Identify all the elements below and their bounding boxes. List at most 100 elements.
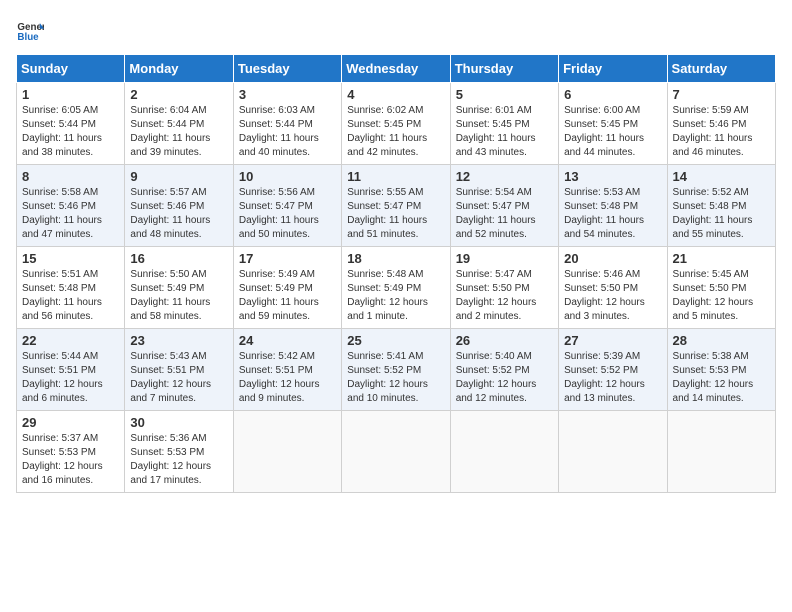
day-number: 24 (239, 333, 336, 348)
day-content: Sunrise: 5:36 AM Sunset: 5:53 PM Dayligh… (130, 432, 227, 488)
day-number: 25 (347, 333, 444, 348)
day-content: Sunrise: 5:38 AM Sunset: 5:53 PM Dayligh… (673, 350, 770, 406)
day-content: Sunrise: 6:02 AM Sunset: 5:45 PM Dayligh… (347, 104, 444, 160)
calendar-cell: 24 Sunrise: 5:42 AM Sunset: 5:51 PM Dayli… (233, 329, 341, 411)
day-content: Sunrise: 5:42 AM Sunset: 5:51 PM Dayligh… (239, 350, 336, 406)
day-number: 15 (22, 251, 119, 266)
day-number: 5 (456, 87, 553, 102)
day-content: Sunrise: 6:03 AM Sunset: 5:44 PM Dayligh… (239, 104, 336, 160)
calendar-cell: 1 Sunrise: 6:05 AM Sunset: 5:44 PM Daylig… (17, 83, 125, 165)
calendar-cell: 16Sunrise: 5:50 AM Sunset: 5:49 PM Dayli… (125, 247, 233, 329)
day-number: 30 (130, 415, 227, 430)
day-number: 13 (564, 169, 661, 184)
day-number: 19 (456, 251, 553, 266)
calendar-cell: 18 Sunrise: 5:48 AM Sunset: 5:49 PM Dayli… (342, 247, 450, 329)
calendar-week-5: 29 Sunrise: 5:37 AM Sunset: 5:53 PM Dayli… (17, 411, 776, 493)
day-number: 10 (239, 169, 336, 184)
calendar-cell: 14Sunrise: 5:52 AM Sunset: 5:48 PM Dayli… (667, 165, 775, 247)
calendar-cell: 27 Sunrise: 5:39 AM Sunset: 5:52 PM Dayli… (559, 329, 667, 411)
calendar-cell: 2 Sunrise: 6:04 AM Sunset: 5:44 PM Daylig… (125, 83, 233, 165)
day-content: Sunrise: 6:00 AM Sunset: 5:45 PM Dayligh… (564, 104, 661, 160)
day-content: Sunrise: 5:57 AM Sunset: 5:46 PM Dayligh… (130, 186, 227, 242)
logo-icon: General Blue (16, 16, 44, 44)
logo: General Blue (16, 16, 48, 44)
day-number: 11 (347, 169, 444, 184)
calendar-cell: 13Sunrise: 5:53 AM Sunset: 5:48 PM Dayli… (559, 165, 667, 247)
calendar-cell: 19 Sunrise: 5:47 AM Sunset: 5:50 PM Dayli… (450, 247, 558, 329)
day-header-monday: Monday (125, 55, 233, 83)
day-number: 7 (673, 87, 770, 102)
day-number: 29 (22, 415, 119, 430)
day-content: Sunrise: 6:05 AM Sunset: 5:44 PM Dayligh… (22, 104, 119, 160)
day-content: Sunrise: 5:44 AM Sunset: 5:51 PM Dayligh… (22, 350, 119, 406)
day-number: 4 (347, 87, 444, 102)
calendar-cell: 3 Sunrise: 6:03 AM Sunset: 5:44 PM Daylig… (233, 83, 341, 165)
day-number: 27 (564, 333, 661, 348)
calendar-cell: 29 Sunrise: 5:37 AM Sunset: 5:53 PM Dayli… (17, 411, 125, 493)
day-content: Sunrise: 5:37 AM Sunset: 5:53 PM Dayligh… (22, 432, 119, 488)
calendar-cell (450, 411, 558, 493)
day-number: 21 (673, 251, 770, 266)
day-number: 6 (564, 87, 661, 102)
calendar-cell: 28 Sunrise: 5:38 AM Sunset: 5:53 PM Dayli… (667, 329, 775, 411)
calendar-cell: 25Sunrise: 5:41 AM Sunset: 5:52 PM Dayli… (342, 329, 450, 411)
day-content: Sunrise: 5:56 AM Sunset: 5:47 PM Dayligh… (239, 186, 336, 242)
calendar-cell (559, 411, 667, 493)
calendar-cell: 5 Sunrise: 6:01 AM Sunset: 5:45 PM Daylig… (450, 83, 558, 165)
day-content: Sunrise: 5:39 AM Sunset: 5:52 PM Dayligh… (564, 350, 661, 406)
day-content: Sunrise: 5:40 AM Sunset: 5:52 PM Dayligh… (456, 350, 553, 406)
day-number: 8 (22, 169, 119, 184)
calendar-cell: 10 Sunrise: 5:56 AM Sunset: 5:47 PM Dayli… (233, 165, 341, 247)
page-header: General Blue (16, 16, 776, 44)
calendar-cell (233, 411, 341, 493)
day-content: Sunrise: 5:50 AM Sunset: 5:49 PM Dayligh… (130, 268, 227, 324)
day-number: 20 (564, 251, 661, 266)
calendar-cell: 8Sunrise: 5:58 AM Sunset: 5:46 PM Daylig… (17, 165, 125, 247)
day-content: Sunrise: 5:51 AM Sunset: 5:48 PM Dayligh… (22, 268, 119, 324)
day-content: Sunrise: 5:52 AM Sunset: 5:48 PM Dayligh… (673, 186, 770, 242)
day-header-wednesday: Wednesday (342, 55, 450, 83)
day-number: 18 (347, 251, 444, 266)
day-content: Sunrise: 5:45 AM Sunset: 5:50 PM Dayligh… (673, 268, 770, 324)
calendar-week-1: 1 Sunrise: 6:05 AM Sunset: 5:44 PM Daylig… (17, 83, 776, 165)
day-number: 26 (456, 333, 553, 348)
calendar-cell (667, 411, 775, 493)
calendar-week-4: 22 Sunrise: 5:44 AM Sunset: 5:51 PM Dayli… (17, 329, 776, 411)
calendar-header-row: SundayMondayTuesdayWednesdayThursdayFrid… (17, 55, 776, 83)
day-content: Sunrise: 6:01 AM Sunset: 5:45 PM Dayligh… (456, 104, 553, 160)
calendar-week-2: 8Sunrise: 5:58 AM Sunset: 5:46 PM Daylig… (17, 165, 776, 247)
day-number: 3 (239, 87, 336, 102)
day-content: Sunrise: 5:47 AM Sunset: 5:50 PM Dayligh… (456, 268, 553, 324)
calendar-cell: 23Sunrise: 5:43 AM Sunset: 5:51 PM Dayli… (125, 329, 233, 411)
calendar-cell: 17 Sunrise: 5:49 AM Sunset: 5:49 PM Dayli… (233, 247, 341, 329)
calendar-cell: 30 Sunrise: 5:36 AM Sunset: 5:53 PM Dayli… (125, 411, 233, 493)
day-number: 2 (130, 87, 227, 102)
day-number: 28 (673, 333, 770, 348)
day-header-thursday: Thursday (450, 55, 558, 83)
day-number: 17 (239, 251, 336, 266)
calendar-cell: 9 Sunrise: 5:57 AM Sunset: 5:46 PM Daylig… (125, 165, 233, 247)
calendar-cell: 6 Sunrise: 6:00 AM Sunset: 5:45 PM Daylig… (559, 83, 667, 165)
day-number: 12 (456, 169, 553, 184)
calendar-cell: 21 Sunrise: 5:45 AM Sunset: 5:50 PM Dayli… (667, 247, 775, 329)
day-content: Sunrise: 6:04 AM Sunset: 5:44 PM Dayligh… (130, 104, 227, 160)
day-header-friday: Friday (559, 55, 667, 83)
calendar-cell: 15 Sunrise: 5:51 AM Sunset: 5:48 PM Dayli… (17, 247, 125, 329)
calendar-cell: 11 Sunrise: 5:55 AM Sunset: 5:47 PM Dayli… (342, 165, 450, 247)
day-content: Sunrise: 5:54 AM Sunset: 5:47 PM Dayligh… (456, 186, 553, 242)
day-number: 1 (22, 87, 119, 102)
day-header-tuesday: Tuesday (233, 55, 341, 83)
calendar-cell: 26 Sunrise: 5:40 AM Sunset: 5:52 PM Dayli… (450, 329, 558, 411)
day-content: Sunrise: 5:59 AM Sunset: 5:46 PM Dayligh… (673, 104, 770, 160)
calendar-week-3: 15 Sunrise: 5:51 AM Sunset: 5:48 PM Dayli… (17, 247, 776, 329)
day-content: Sunrise: 5:55 AM Sunset: 5:47 PM Dayligh… (347, 186, 444, 242)
day-number: 9 (130, 169, 227, 184)
day-content: Sunrise: 5:49 AM Sunset: 5:49 PM Dayligh… (239, 268, 336, 324)
day-header-saturday: Saturday (667, 55, 775, 83)
day-number: 23 (130, 333, 227, 348)
calendar-cell: 7 Sunrise: 5:59 AM Sunset: 5:46 PM Daylig… (667, 83, 775, 165)
svg-text:Blue: Blue (17, 32, 39, 43)
day-content: Sunrise: 5:48 AM Sunset: 5:49 PM Dayligh… (347, 268, 444, 324)
day-number: 22 (22, 333, 119, 348)
calendar-cell (342, 411, 450, 493)
